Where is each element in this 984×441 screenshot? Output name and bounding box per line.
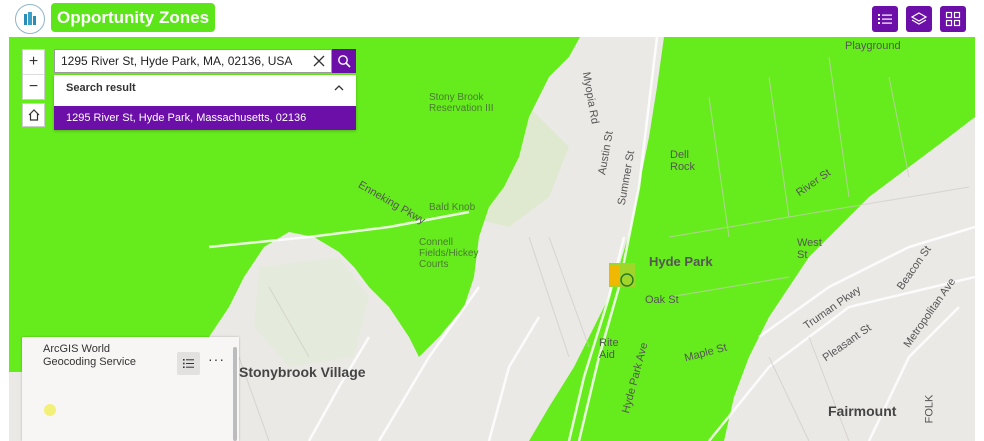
- zoom-controls: + −: [22, 49, 45, 100]
- map-label-west: West St: [797, 237, 822, 261]
- app-title: Opportunity Zones: [51, 3, 216, 32]
- map-label-bald-knob: Bald Knob: [429, 202, 476, 213]
- legend-list-button[interactable]: [177, 352, 200, 375]
- search-icon: [338, 55, 351, 68]
- search-widget: [54, 49, 332, 73]
- search-results-panel: Search result 1295 River St, Hyde Park, …: [54, 75, 356, 130]
- layers-button[interactable]: [906, 6, 932, 32]
- legend-scrollbar[interactable]: [233, 347, 237, 441]
- map-label-hyde-park: Hyde Park: [649, 254, 713, 269]
- map-label-oak: Oak St: [645, 294, 679, 306]
- map-label-connell: Connell Fields/Hickey Courts: [419, 237, 479, 270]
- home-icon: [28, 109, 40, 121]
- map-label-fairmount: Fairmount: [828, 403, 897, 419]
- basemap-gallery-button[interactable]: [940, 6, 966, 32]
- map-label-rite-aid: Rite Aid: [599, 337, 619, 361]
- legend-layer-title: ArcGIS World Geocoding Service: [43, 343, 136, 368]
- more-options-icon[interactable]: ···: [208, 352, 224, 369]
- map-label-dell-rock: Dell Rock: [670, 149, 696, 173]
- clear-icon[interactable]: [311, 53, 327, 69]
- search-results-header-label: Search result: [66, 82, 136, 94]
- map-label-folk: FOLK: [923, 394, 936, 424]
- home-button[interactable]: [22, 103, 45, 127]
- search-results-header[interactable]: Search result: [54, 75, 356, 102]
- city-logo-icon: [15, 4, 45, 34]
- list-icon: [878, 14, 892, 24]
- map-label-playground: Playground: [845, 40, 901, 52]
- zoom-in-button[interactable]: +: [23, 50, 44, 74]
- map-label-stony-brook: Stony Brook Reservation III: [429, 92, 494, 114]
- search-button[interactable]: [332, 49, 356, 73]
- app-header: Opportunity Zones: [0, 0, 984, 37]
- legend-symbol: [44, 404, 56, 416]
- chevron-up-icon: [334, 85, 344, 91]
- map-label-stonybrook: Stonybrook Village: [239, 364, 366, 380]
- search-result-item[interactable]: 1295 River St, Hyde Park, Massachusetts,…: [54, 106, 356, 130]
- search-input[interactable]: [55, 50, 305, 72]
- legend-panel: ArcGIS World Geocoding Service ···: [22, 337, 239, 441]
- zoom-out-button[interactable]: −: [23, 75, 44, 99]
- grid-icon: [945, 11, 961, 27]
- list-icon: [183, 359, 194, 368]
- layers-icon: [911, 12, 927, 25]
- list-view-button[interactable]: [872, 6, 898, 32]
